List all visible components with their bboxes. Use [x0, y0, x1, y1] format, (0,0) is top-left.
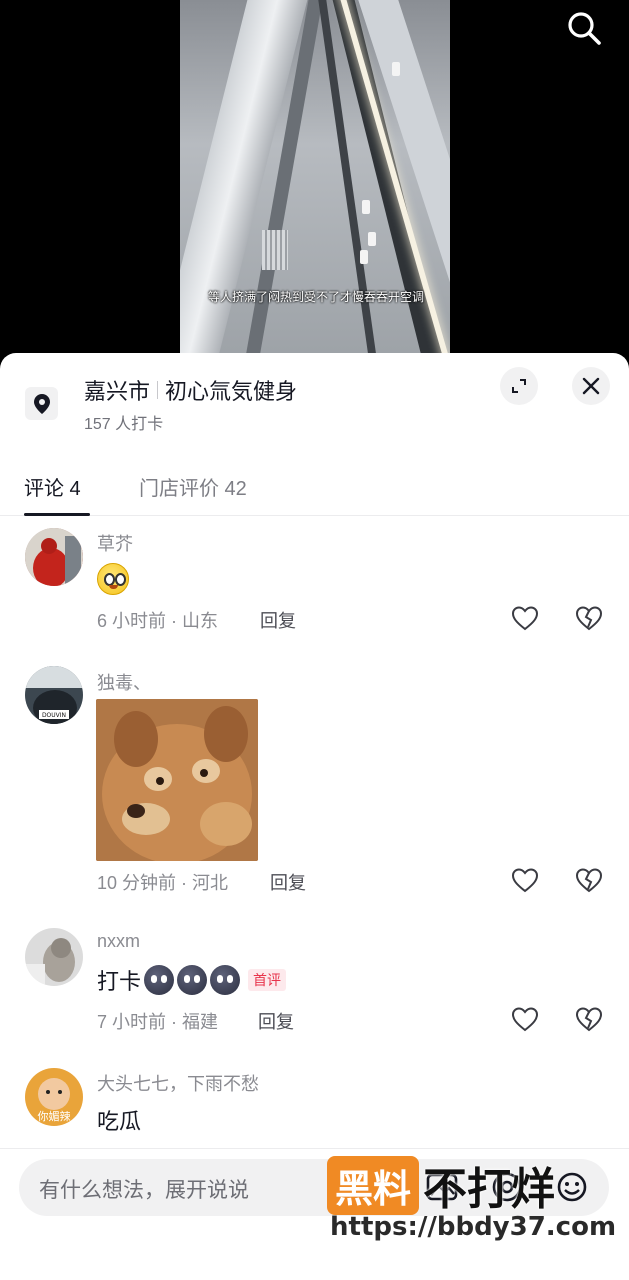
active-tab-indicator	[24, 513, 90, 516]
comment-input-placeholder: 有什么想法，展开说说	[39, 1179, 249, 1202]
search-icon[interactable]	[564, 8, 604, 48]
expand-icon	[512, 379, 526, 393]
comment-username[interactable]: 独毒、	[97, 669, 151, 695]
avatar-tag: DOUVIN	[42, 712, 66, 719]
close-button[interactable]	[572, 367, 610, 405]
comment-username[interactable]: nxxm	[97, 931, 140, 952]
tab-bar: 评论 4 门店评价 42	[0, 460, 629, 516]
watermark-text: 不打烊	[423, 1164, 556, 1215]
checkin-count: 157 人打卡	[84, 416, 164, 433]
comment-text-content: 打卡	[97, 969, 142, 994]
heart-icon[interactable]	[510, 865, 540, 895]
video-player[interactable]: 等人挤满了闷热到受不了才慢吞吞开空调	[0, 0, 629, 380]
broken-heart-icon[interactable]	[574, 603, 604, 633]
location-city: 嘉兴市	[84, 379, 151, 404]
comment-text: 打卡 首评	[97, 964, 287, 996]
reply-button[interactable]: 回复	[260, 607, 296, 633]
location-title[interactable]: 嘉兴市 初心氚気健身	[84, 374, 297, 406]
reply-button[interactable]: 回复	[258, 1008, 294, 1034]
smiley-emoji-icon	[97, 563, 129, 595]
watermark-box-text: 黑料	[327, 1155, 420, 1215]
expand-button[interactable]	[500, 367, 538, 405]
video-frame	[180, 0, 450, 360]
avatar[interactable]	[25, 528, 83, 586]
comment-text-content: 吃瓜	[97, 1109, 142, 1134]
broken-heart-icon[interactable]	[574, 865, 604, 895]
heart-icon[interactable]	[510, 603, 540, 633]
comment-time-location: 6 小时前 · 山东	[97, 611, 219, 631]
title-divider	[157, 381, 159, 399]
broken-heart-icon[interactable]	[574, 1004, 604, 1034]
heart-icon[interactable]	[510, 1004, 540, 1034]
blob-emoji-icon	[210, 965, 241, 995]
blob-emoji-icon	[144, 965, 175, 995]
tab-store-reviews[interactable]: 门店评价 42	[139, 472, 247, 501]
tab-comments[interactable]: 评论 4	[24, 472, 81, 501]
comment-text: 吃瓜	[97, 1104, 141, 1136]
avatar-tag: 你媚辣	[38, 1109, 71, 1123]
blob-emoji-icon	[177, 965, 208, 995]
avatar[interactable]	[25, 928, 83, 986]
video-subtitle: 等人挤满了闷热到受不了才慢吞吞开空调	[207, 290, 424, 304]
close-icon	[582, 377, 600, 395]
first-comment-badge: 首评	[248, 969, 287, 991]
comment-text	[97, 563, 129, 595]
comment-time-location: 7 小时前 · 福建	[97, 1012, 219, 1032]
comment-time-location: 10 分钟前 · 河北	[97, 873, 229, 893]
comment-username[interactable]: 草芥	[97, 530, 133, 556]
watermark-logo: 黑料 不打烊	[327, 1155, 555, 1215]
reply-button[interactable]: 回复	[270, 869, 306, 895]
emoji-icon[interactable]	[555, 1170, 589, 1204]
watermark-url: https://bbdy37.com	[330, 1212, 617, 1242]
comment-username[interactable]: 大头七七，下雨不愁	[97, 1070, 259, 1096]
location-pin-icon	[25, 387, 58, 420]
bear-sticker-image[interactable]	[96, 699, 258, 861]
avatar[interactable]: 你媚辣	[25, 1068, 83, 1126]
location-name: 初心氚気健身	[165, 379, 298, 404]
avatar[interactable]: DOUVIN	[25, 666, 83, 724]
